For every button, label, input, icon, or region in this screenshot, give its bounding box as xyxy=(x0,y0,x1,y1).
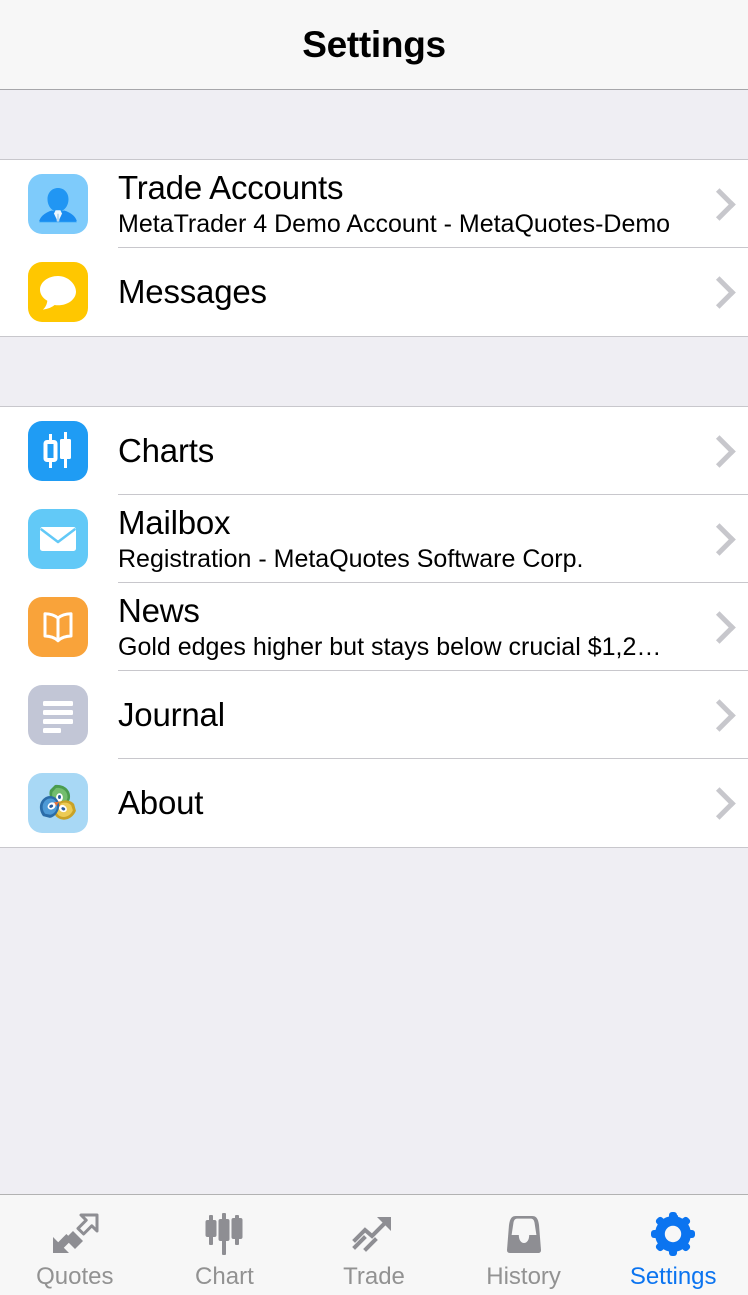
tab-quotes[interactable]: Quotes xyxy=(0,1195,150,1295)
row-text: News Gold edges higher but stays below c… xyxy=(118,592,692,662)
row-text: Charts xyxy=(118,432,692,470)
settings-row-title: Charts xyxy=(118,432,214,469)
settings-row-title: About xyxy=(118,784,204,821)
chevron-right-icon xyxy=(706,784,728,822)
settings-row-trade-accounts[interactable]: Trade Accounts MetaTrader 4 Demo Account… xyxy=(0,160,748,248)
settings-row-title: Mailbox xyxy=(118,504,231,541)
tab-chart[interactable]: Chart xyxy=(150,1195,300,1295)
document-lines-icon xyxy=(28,685,88,745)
tab-label: Quotes xyxy=(36,1262,114,1290)
chevron-right-icon xyxy=(706,273,728,311)
tab-label: Trade xyxy=(343,1262,405,1290)
envelope-icon xyxy=(28,509,88,569)
chevron-right-icon xyxy=(706,185,728,223)
row-text: Messages xyxy=(118,273,692,311)
speech-bubble-icon xyxy=(28,262,88,322)
section-spacer-top xyxy=(0,90,748,160)
inbox-tray-icon xyxy=(496,1206,552,1262)
tab-label: Settings xyxy=(629,1262,717,1290)
page-title: Settings xyxy=(302,23,446,65)
settings-row-mailbox[interactable]: Mailbox Registration - MetaQuotes Softwa… xyxy=(0,495,748,583)
chevron-right-icon xyxy=(706,696,728,734)
settings-row-subtitle: Registration - MetaQuotes Software Corp. xyxy=(118,545,584,573)
settings-screen: Settings Trade Accounts MetaTrader 4 Dem… xyxy=(0,0,748,1295)
settings-row-journal[interactable]: Journal xyxy=(0,671,748,759)
settings-group-tools: Charts Mailbox Registration - MetaQuotes… xyxy=(0,407,748,848)
settings-row-title: Trade Accounts xyxy=(118,169,344,206)
book-icon xyxy=(28,597,88,657)
navigation-bar: Settings xyxy=(0,0,748,90)
tab-label: Chart xyxy=(195,1262,254,1290)
trend-arrow-icon xyxy=(346,1206,402,1262)
row-text: Trade Accounts MetaTrader 4 Demo Account… xyxy=(118,169,692,239)
settings-row-about[interactable]: About xyxy=(0,759,748,847)
chevron-right-icon xyxy=(706,608,728,646)
row-text: Journal xyxy=(118,696,692,734)
row-text: Mailbox Registration - MetaQuotes Softwa… xyxy=(118,504,692,574)
settings-row-subtitle: MetaTrader 4 Demo Account - MetaQuotes-D… xyxy=(118,210,671,238)
settings-row-title: News xyxy=(118,592,200,629)
tab-settings[interactable]: Settings xyxy=(598,1195,748,1295)
tab-history[interactable]: History xyxy=(449,1195,599,1295)
settings-row-news[interactable]: News Gold edges higher but stays below c… xyxy=(0,583,748,671)
section-spacer-middle xyxy=(0,337,748,407)
candlestick-icon xyxy=(28,421,88,481)
tab-bar: Quotes Chart Trade History Settings xyxy=(0,1194,748,1295)
tab-trade[interactable]: Trade xyxy=(299,1195,449,1295)
tab-label: History xyxy=(486,1262,561,1290)
settings-row-subtitle: Gold edges higher but stays below crucia… xyxy=(118,633,662,661)
gear-icon xyxy=(645,1206,701,1262)
double-arrow-icon xyxy=(47,1206,103,1262)
settings-row-charts[interactable]: Charts xyxy=(0,407,748,495)
chevron-right-icon xyxy=(706,520,728,558)
settings-row-messages[interactable]: Messages xyxy=(0,248,748,336)
person-icon xyxy=(28,174,88,234)
settings-list: Trade Accounts MetaTrader 4 Demo Account… xyxy=(0,90,748,1194)
chevron-right-icon xyxy=(706,432,728,470)
settings-group-accounts: Trade Accounts MetaTrader 4 Demo Account… xyxy=(0,160,748,337)
metaquotes-logo-icon xyxy=(28,773,88,833)
settings-row-title: Journal xyxy=(118,696,225,733)
row-text: About xyxy=(118,784,692,822)
settings-row-title: Messages xyxy=(118,273,267,310)
candlestick-icon xyxy=(196,1206,252,1262)
